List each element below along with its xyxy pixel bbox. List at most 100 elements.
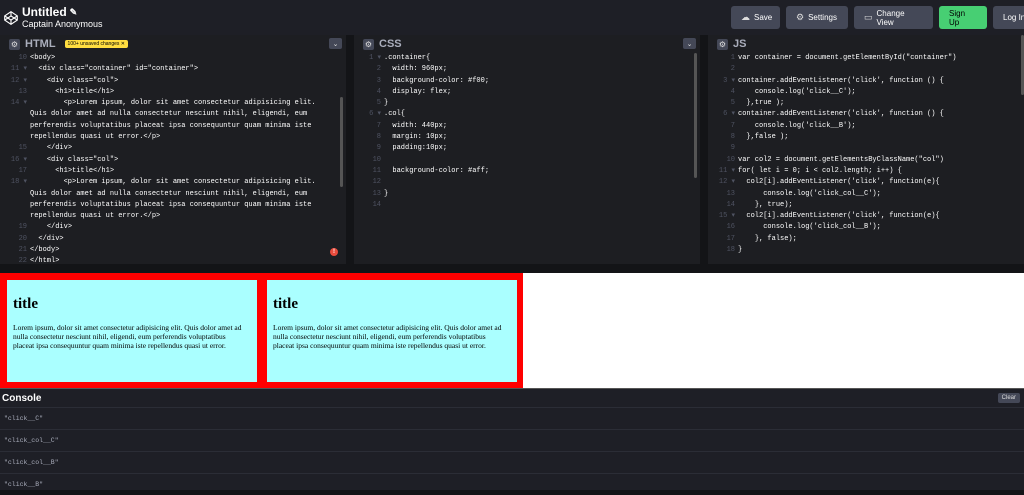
code-line[interactable]: 10 xyxy=(354,155,700,166)
js-editor-panel[interactable]: ⚙ JS 1 var container = document.getElemen… xyxy=(708,35,1024,264)
code-line[interactable]: 12 ▾ <div class="col"> xyxy=(0,76,346,87)
settings-button[interactable]: ⚙ Settings xyxy=(786,6,848,29)
code-line[interactable]: 8 },false ); xyxy=(708,132,1024,143)
code-line[interactable]: 15 ▾ col2[i].addEventListener('click', f… xyxy=(708,211,1024,222)
css-panel-header: ⚙ CSS xyxy=(354,35,700,53)
save-label: Save xyxy=(754,13,773,22)
code-line[interactable]: 16 ▾ <div class="col"> xyxy=(0,155,346,166)
code-line[interactable]: 7 width: 440px; xyxy=(354,121,700,132)
code-line[interactable]: 6 ▾ container.addEventListener('click', f… xyxy=(708,109,1024,120)
preview-col[interactable]: title Lorem ipsum, dolor sit amet consec… xyxy=(267,280,517,382)
code-line[interactable]: 18 ▾ <p>Lorem ipsum, dolor sit amet cons… xyxy=(0,177,346,222)
code-line[interactable]: 2 width: 960px; xyxy=(354,64,700,75)
code-line[interactable]: 4 console.log('click__C'); xyxy=(708,87,1024,98)
line-number: 2 xyxy=(730,65,735,74)
code-line[interactable]: 20 </div> xyxy=(0,234,346,245)
pen-title[interactable]: Untitled xyxy=(22,6,67,18)
code-line[interactable]: 5} xyxy=(354,98,700,109)
pen-title-row[interactable]: Untitled ✎ xyxy=(22,6,103,18)
css-scrollbar[interactable] xyxy=(694,53,697,178)
code-line[interactable]: 21 </body> xyxy=(0,245,346,256)
css-collapse-chevron-icon[interactable]: ⌄ xyxy=(683,38,696,49)
code-line[interactable]: 17 <h1>title</h1> xyxy=(0,166,346,177)
line-number: 18 xyxy=(726,246,735,255)
code-line[interactable]: 11 ▾ for( let i = 0; i < col2.length; i++… xyxy=(708,166,1024,177)
change-view-button[interactable]: ▭ Change View xyxy=(854,6,933,29)
login-button[interactable]: Log In xyxy=(993,6,1024,29)
css-code-editor[interactable]: 1 ▾ .container{2 width: 960px; 3 backgroun… xyxy=(354,53,700,264)
html-editor-panel[interactable]: ⚙ HTML 100+ unsaved changes ✕ ⌄ 10 <body>… xyxy=(0,35,346,264)
code-line[interactable]: 9 xyxy=(708,143,1024,154)
html-settings-gear-icon[interactable]: ⚙ xyxy=(9,38,20,50)
code-line[interactable]: 10 <body> xyxy=(0,53,346,64)
signup-button[interactable]: Sign Up xyxy=(939,6,987,29)
code-line[interactable]: 17 }, false); xyxy=(708,234,1024,245)
code-line[interactable]: 16 console.log('click_col__B'); xyxy=(708,222,1024,233)
panel-resizer[interactable] xyxy=(346,35,354,264)
code-line[interactable]: 4 display: flex; xyxy=(354,87,700,98)
line-number: 14 ▾ xyxy=(10,99,27,108)
code-line[interactable]: 11 background-color: #aff; xyxy=(354,166,700,177)
unsaved-changes-badge[interactable]: 100+ unsaved changes ✕ xyxy=(64,40,128,48)
line-number: 11 ▾ xyxy=(718,166,735,175)
js-settings-gear-icon[interactable]: ⚙ xyxy=(717,38,728,50)
code-line[interactable]: 5 },true ); xyxy=(708,98,1024,109)
code-text: <div class="container" id="container"> xyxy=(30,65,199,74)
col-text: Lorem ipsum, dolor sit amet consectetur … xyxy=(273,323,502,350)
code-line[interactable]: 2 xyxy=(708,64,1024,75)
line-number: 13 xyxy=(18,87,27,96)
preview-col[interactable]: title Lorem ipsum, dolor sit amet consec… xyxy=(7,280,257,382)
code-line[interactable]: 1 var container = document.getElementById… xyxy=(708,53,1024,64)
code-line[interactable]: 14 ▾ <p>Lorem ipsum, dolor sit amet cons… xyxy=(0,98,346,143)
code-line[interactable]: 7 console.log('click__B'); xyxy=(708,121,1024,132)
html-code-editor[interactable]: 10 <body> 11 ▾ <div class="container" id="… xyxy=(0,53,346,264)
code-line[interactable]: 8 margin: 10px; xyxy=(354,132,700,143)
result-preview: title Lorem ipsum, dolor sit amet consec… xyxy=(0,273,1024,388)
code-line[interactable]: 6 ▾ .col{ xyxy=(354,109,700,120)
save-button[interactable]: ☁ Save xyxy=(731,6,780,29)
code-line[interactable]: 18} xyxy=(708,245,1024,256)
code-line[interactable]: 11 ▾ <div class="container" id="containe… xyxy=(0,64,346,75)
code-text: col2[i].addEventListener('click', functi… xyxy=(738,178,940,187)
code-line[interactable]: 13} xyxy=(354,189,700,200)
code-text: <h1>title</h1> xyxy=(30,166,115,175)
code-line[interactable]: 15 </div> xyxy=(0,143,346,154)
code-text: console.log('click__B'); xyxy=(738,121,856,130)
html-collapse-chevron-icon[interactable]: ⌄ xyxy=(329,38,342,49)
code-text: <body> xyxy=(30,54,56,62)
console-clear-button[interactable]: Clear xyxy=(997,393,1020,403)
code-line[interactable]: 1 ▾ .container{ xyxy=(354,53,700,64)
code-line[interactable]: 14 xyxy=(354,200,700,211)
codepen-logo-icon[interactable] xyxy=(4,10,18,26)
code-line[interactable]: 22 </html> xyxy=(0,256,346,264)
console-log-entry: "click_col__C" xyxy=(0,429,1024,451)
pencil-icon[interactable]: ✎ xyxy=(70,7,78,17)
line-number: 12 ▾ xyxy=(718,178,735,187)
code-line[interactable]: 14 }, true); xyxy=(708,200,1024,211)
code-text: console.log('click_col__C'); xyxy=(738,189,881,198)
code-line[interactable]: 13 console.log('click_col__C'); xyxy=(708,189,1024,200)
line-number: 5 xyxy=(376,99,381,108)
code-line[interactable]: 3 background-color: #f00; xyxy=(354,76,700,87)
panel-resizer[interactable] xyxy=(700,35,708,264)
code-line[interactable]: 12 ▾ col2[i].addEventListener('click', f… xyxy=(708,177,1024,188)
code-line[interactable]: 13 <h1>title</h1> xyxy=(0,87,346,98)
error-indicator-icon[interactable]: ! xyxy=(330,248,338,256)
code-line[interactable]: 12 xyxy=(354,177,700,188)
layout-icon: ▭ xyxy=(864,12,873,22)
js-code-editor[interactable]: 1 var container = document.getElementById… xyxy=(708,53,1024,264)
code-line[interactable]: 19 </div> xyxy=(0,222,346,233)
settings-label: Settings xyxy=(808,13,837,22)
css-editor-panel[interactable]: ⚙ CSS ⌄ 1 ▾ .container{2 width: 960px; 3 b… xyxy=(354,35,700,264)
code-line[interactable]: 10 var col2 = document.getElementsByClass… xyxy=(708,155,1024,166)
code-line[interactable]: 3 ▾ container.addEventListener('click', f… xyxy=(708,76,1024,87)
css-settings-gear-icon[interactable]: ⚙ xyxy=(363,38,374,50)
code-text: </div> xyxy=(30,223,73,232)
code-text: } xyxy=(738,246,743,255)
code-line[interactable]: 9 padding:10px; xyxy=(354,143,700,154)
code-text: <h1>title</h1> xyxy=(30,87,115,96)
js-panel-title: JS xyxy=(733,38,747,50)
html-scrollbar[interactable] xyxy=(340,97,343,187)
preview-container[interactable]: title Lorem ipsum, dolor sit amet consec… xyxy=(0,273,523,388)
